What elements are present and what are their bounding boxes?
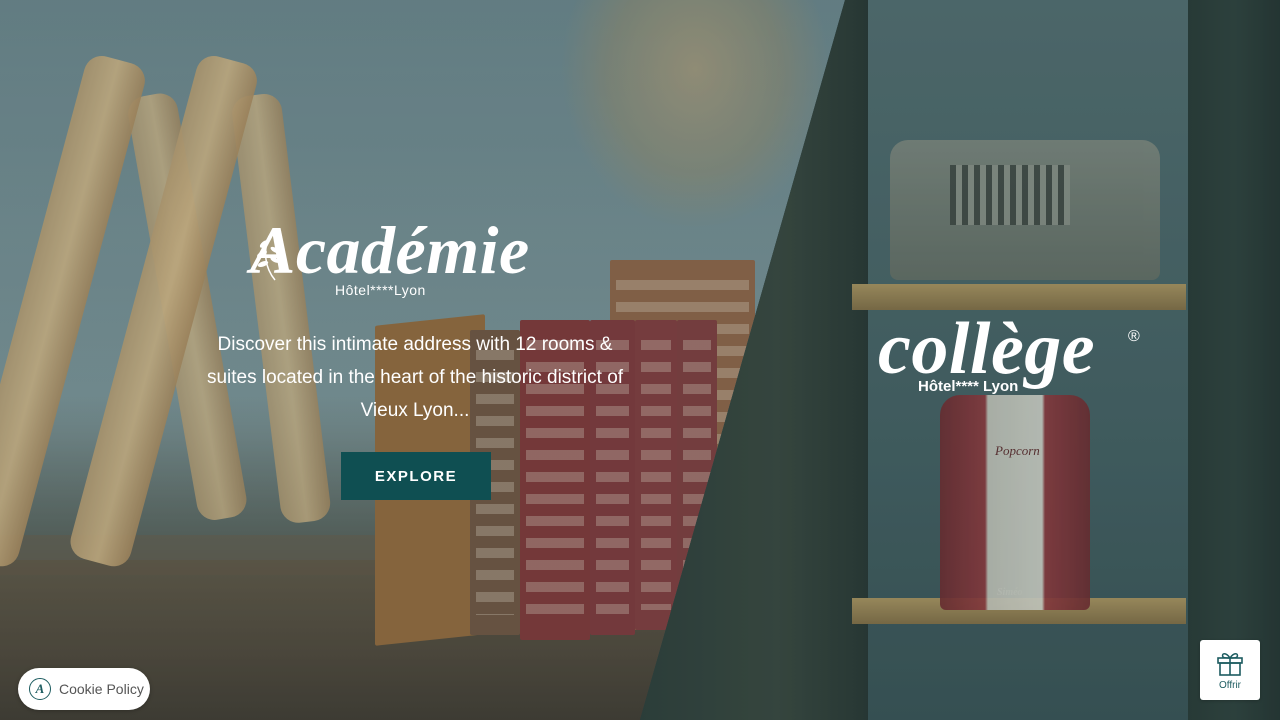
college-subtitle: Hôtel**** Lyon [918, 378, 1019, 395]
academie-tagline: Discover this intimate address with 12 r… [206, 334, 624, 421]
cookie-policy-button[interactable]: A Cookie Policy [18, 668, 150, 710]
academie-wordmark: Académie [250, 212, 530, 288]
easel-leg [230, 91, 333, 525]
offrir-label: Offrir [1218, 679, 1242, 691]
adding-machine-decor [890, 140, 1160, 280]
cabinet-frame-decor [1188, 0, 1280, 720]
cookie-policy-label: Cookie Policy [59, 681, 144, 697]
academie-subtitle: Hôtel****Lyon [335, 282, 426, 298]
shelf-decor [852, 284, 1186, 310]
gift-icon [1217, 652, 1243, 676]
college-wordmark: collège [878, 308, 1096, 390]
book-decor [635, 320, 677, 630]
registered-mark: ® [1128, 328, 1140, 345]
offrir-gift-button[interactable]: Offrir [1200, 640, 1260, 700]
popcorn-brand: Siméo [997, 587, 1023, 598]
academie-logo[interactable]: Académie Hôtel****Lyon [250, 210, 590, 300]
college-logo[interactable]: collège ® Hôtel**** Lyon [878, 312, 1158, 412]
explore-button[interactable]: EXPLORE [341, 452, 491, 500]
academie-a-icon: A [29, 678, 51, 700]
popcorn-label: Popcorn [995, 443, 1040, 458]
popcorn-machine-decor: Popcorn Siméo [940, 395, 1090, 610]
